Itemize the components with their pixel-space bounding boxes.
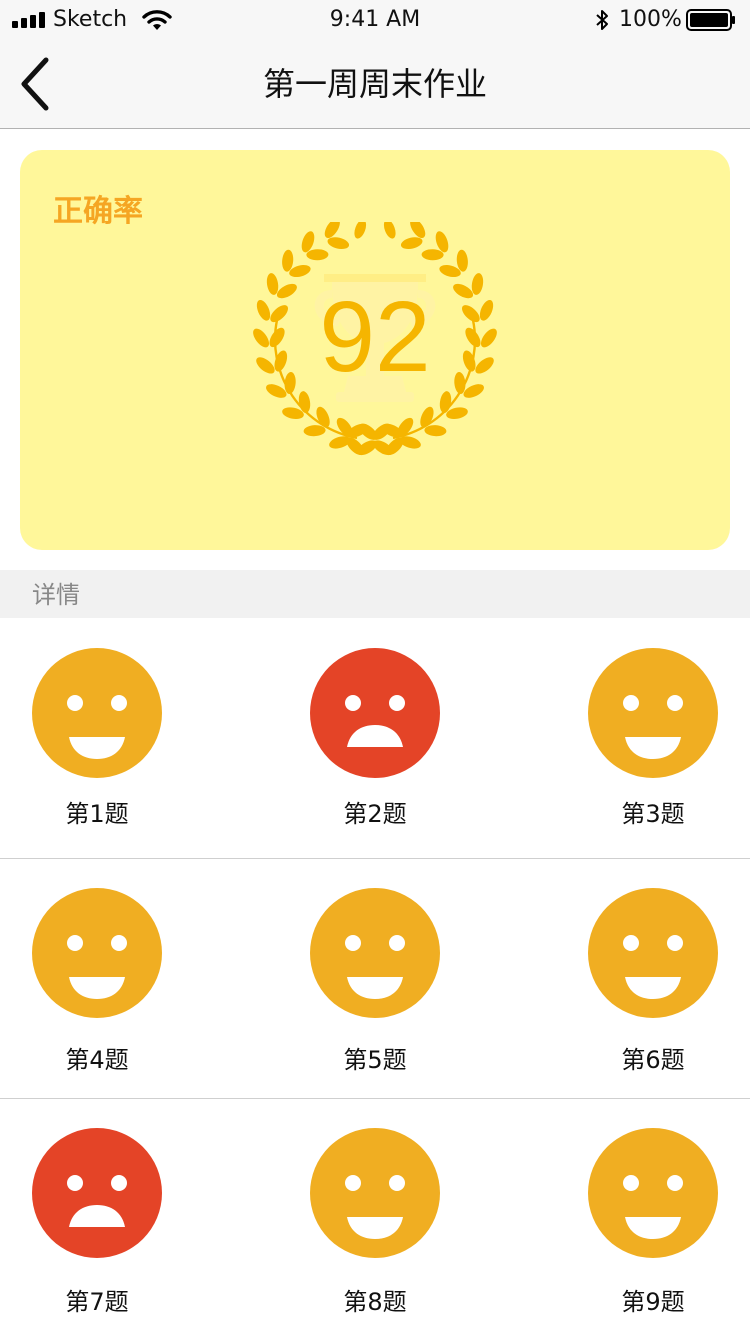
battery-icon (686, 9, 735, 31)
question-item[interactable]: 第9题 (563, 1098, 743, 1338)
sad-face-icon (310, 648, 440, 778)
question-label: 第7题 (65, 1288, 129, 1316)
status-bar: Sketch 9:41 AM 100% (0, 0, 750, 40)
question-item[interactable]: 第8题 (285, 1098, 465, 1338)
nav-bar: 第一周周末作业 (0, 40, 750, 129)
question-item[interactable]: 第3题 (563, 618, 743, 858)
question-item[interactable]: 第2题 (285, 618, 465, 858)
happy-face-icon (588, 888, 718, 1018)
details-section-header: 详情 (0, 570, 750, 618)
question-label: 第3题 (621, 800, 685, 828)
question-row: 第4题 第5题 第6题 (0, 858, 750, 1099)
question-item[interactable]: 第6题 (563, 858, 743, 1098)
question-grid: 第1题 第2题 第3题 第4题 第5题 第6题 第7题 第8题 第9题 (0, 618, 750, 1334)
question-label: 第9题 (621, 1288, 685, 1316)
battery-percentage: 100% (619, 7, 682, 32)
happy-face-icon (310, 1128, 440, 1258)
happy-face-icon (588, 648, 718, 778)
accuracy-score: 92 (319, 281, 431, 393)
question-label: 第2题 (343, 800, 407, 828)
question-row: 第7题 第8题 第9题 (0, 1098, 750, 1338)
question-item[interactable]: 第7题 (7, 1098, 187, 1338)
question-label: 第5题 (343, 1046, 407, 1074)
question-label: 第1题 (65, 800, 129, 828)
back-button[interactable] (14, 54, 62, 114)
page-title: 第一周周末作业 (262, 65, 487, 103)
question-item[interactable]: 第5题 (285, 858, 465, 1098)
question-label: 第6题 (621, 1046, 685, 1074)
accuracy-label: 正确率 (53, 194, 143, 229)
question-item[interactable]: 第4题 (7, 858, 187, 1098)
question-label: 第4题 (65, 1046, 129, 1074)
chevron-left-icon (21, 57, 49, 111)
question-row: 第1题 第2题 第3题 (0, 618, 750, 859)
details-title: 详情 (32, 581, 80, 609)
sad-face-icon (32, 1128, 162, 1258)
score-card: 正确率 92 (20, 150, 730, 550)
happy-face-icon (310, 888, 440, 1018)
bluetooth-icon (596, 10, 608, 30)
happy-face-icon (588, 1128, 718, 1258)
happy-face-icon (32, 888, 162, 1018)
question-item[interactable]: 第1题 (7, 618, 187, 858)
question-label: 第8题 (343, 1288, 407, 1316)
happy-face-icon (32, 648, 162, 778)
